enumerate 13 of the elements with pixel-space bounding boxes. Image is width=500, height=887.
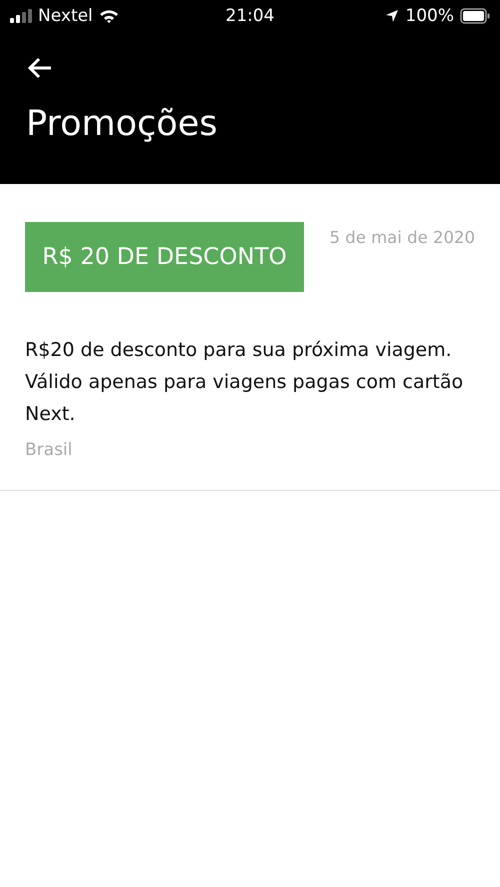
back-arrow-icon: [27, 56, 53, 78]
promo-region: Brasil: [25, 440, 72, 460]
location-arrow-icon: [385, 9, 400, 23]
promo-date: 5 de mai de 2020: [330, 228, 475, 247]
signal-icon: [10, 9, 32, 23]
battery-icon: [460, 8, 490, 24]
battery-percentage: 100%: [405, 6, 454, 26]
wifi-icon: [98, 9, 119, 23]
discount-badge: R$ 20 DE DESCONTO: [25, 222, 304, 292]
status-time: 21:04: [226, 6, 274, 26]
page-title: Promoções: [26, 103, 218, 146]
promo-description: R$20 de desconto para sua próxima viagem. Válido apenas para viagens pagas com cartão Next.: [25, 338, 464, 427]
carrier-name: Nextel: [38, 6, 93, 26]
